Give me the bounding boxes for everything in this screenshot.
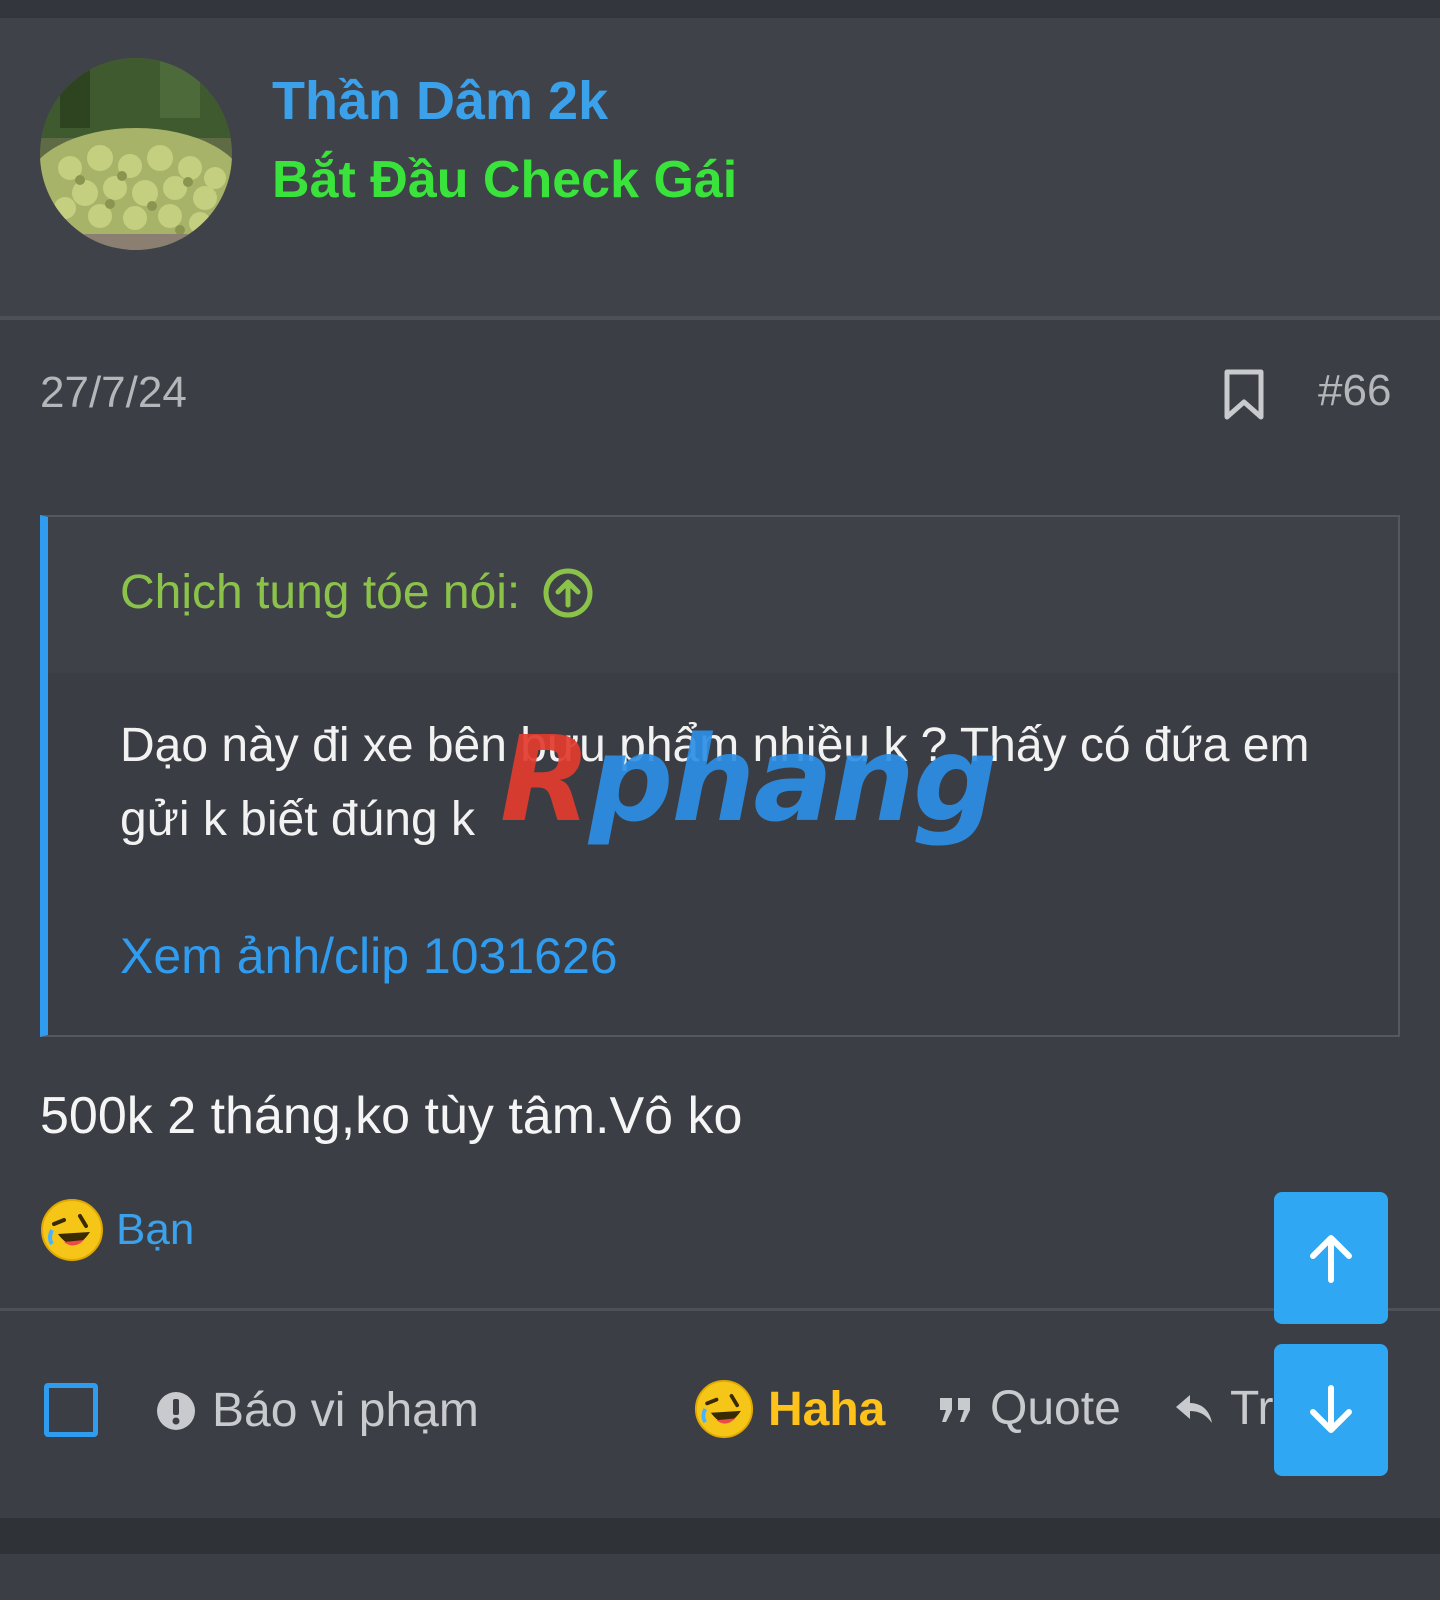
laughing-emoji-icon xyxy=(41,1199,103,1261)
quote-text: Dạo này đi xe bên bưu phẩm nhiều k ? Thấ… xyxy=(120,719,1310,846)
avatar[interactable] xyxy=(40,58,232,250)
user-title: Bắt Đầu Check Gái xyxy=(272,151,738,209)
report-label: Báo vi phạm xyxy=(212,1384,479,1437)
laughing-emoji-icon xyxy=(694,1379,754,1439)
reply-icon xyxy=(1176,1394,1212,1423)
next-post-divider xyxy=(0,1554,1440,1600)
quote-button[interactable]: Quote xyxy=(938,1381,1121,1436)
reaction-summary[interactable]: Bạn xyxy=(40,1198,194,1262)
quote-author[interactable]: Chịch tung tóe nói: xyxy=(120,565,594,620)
reply-label: Trả lời xyxy=(1230,1382,1280,1435)
select-checkbox[interactable] xyxy=(44,1383,98,1437)
post-container: Thần Dâm 2k Bắt Đầu Check Gái 27/7/24 #6… xyxy=(0,18,1440,1518)
media-link[interactable]: Xem ảnh/clip 1031626 xyxy=(120,927,618,985)
haha-reaction-button[interactable]: Haha xyxy=(694,1379,885,1439)
bookmark-icon[interactable] xyxy=(1222,368,1266,422)
quote-label: Quote xyxy=(990,1382,1121,1435)
post-number[interactable]: #66 xyxy=(1318,366,1391,416)
reply-button[interactable]: Trả lời xyxy=(1174,1381,1280,1436)
scroll-top-button[interactable] xyxy=(1274,1192,1388,1324)
quote-block: Chịch tung tóe nói: Dạo này đi xe bên bư… xyxy=(40,515,1400,1037)
username[interactable]: Thần Dâm 2k xyxy=(272,70,608,132)
post-actions: Báo vi phạm Haha Quote Trả lời xyxy=(0,1308,1440,1518)
quote-icon xyxy=(940,1397,970,1422)
post-body: 500k 2 tháng,ko tùy tâm.Vô ko xyxy=(40,1087,743,1145)
reaction-users: Bạn xyxy=(116,1205,195,1254)
next-post-edge xyxy=(0,1518,1440,1600)
report-button[interactable]: Báo vi phạm xyxy=(156,1383,479,1438)
user-block: Thần Dâm 2k Bắt Đầu Check Gái xyxy=(0,18,1440,320)
exclamation-circle-icon xyxy=(157,1391,195,1430)
post-date[interactable]: 27/7/24 xyxy=(40,368,187,418)
arrow-up-icon xyxy=(1310,1235,1352,1283)
quote-author-label: Chịch tung tóe nói: xyxy=(120,566,521,619)
arrow-up-circle-icon[interactable] xyxy=(542,567,594,619)
scroll-bottom-button[interactable] xyxy=(1274,1344,1388,1476)
haha-label: Haha xyxy=(768,1382,886,1436)
arrow-down-icon xyxy=(1310,1385,1352,1433)
